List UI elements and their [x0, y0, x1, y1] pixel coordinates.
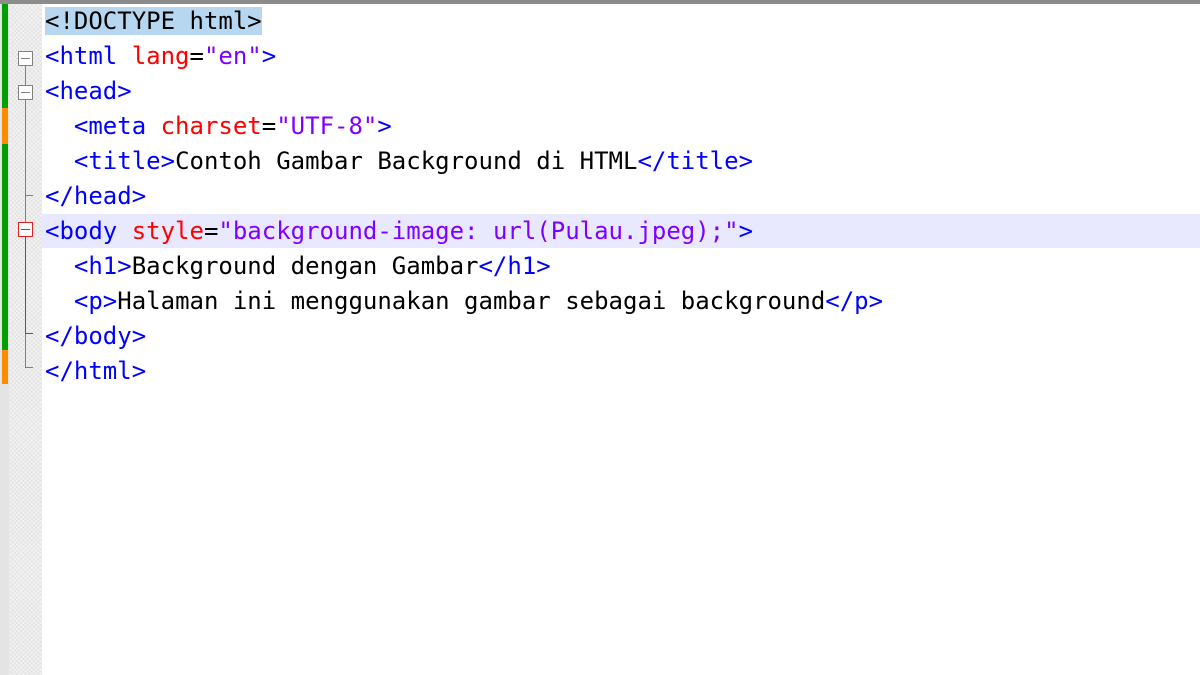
- code-line-6[interactable]: </head>: [42, 179, 1200, 213]
- tag-open: <body: [45, 217, 118, 245]
- code-line-4[interactable]: <meta charset="UTF-8">: [42, 109, 1200, 143]
- fold-end-body: [25, 333, 33, 334]
- change-mark-modified: [2, 350, 8, 384]
- tag-open: <html: [45, 42, 118, 70]
- code-line-3[interactable]: <head>: [42, 74, 1200, 108]
- equals-sign: =: [261, 112, 277, 140]
- attribute-value: "en": [203, 42, 262, 70]
- code-line-9[interactable]: <p>Halaman ini menggunakan gambar sebaga…: [42, 284, 1200, 318]
- tag: </html>: [45, 357, 147, 385]
- tag-close: </p>: [825, 287, 884, 315]
- fold-end-head: [25, 195, 33, 196]
- code-line-11[interactable]: </html>: [42, 354, 1200, 388]
- code-line-5[interactable]: <title>Contoh Gambar Background di HTML<…: [42, 144, 1200, 178]
- code-line-1[interactable]: <!DOCTYPE html>: [42, 4, 1200, 38]
- code-line-10[interactable]: </body>: [42, 319, 1200, 353]
- tag-close: >: [377, 112, 392, 140]
- attribute-name: lang: [131, 42, 190, 70]
- tag: </body>: [45, 322, 147, 350]
- change-history-margin: [0, 4, 9, 675]
- fold-line-body: [25, 237, 26, 333]
- tag-close: </title>: [637, 147, 754, 175]
- element-text: Contoh Gambar Background di HTML: [175, 147, 638, 175]
- tag-open: <p>: [73, 287, 118, 315]
- attribute-value: "background-image: url(Pulau.jpeg);": [218, 217, 739, 245]
- fold-toggle-html[interactable]: [18, 51, 33, 66]
- tag-close: </h1>: [478, 252, 551, 280]
- fold-end-html: [25, 367, 33, 368]
- element-text: Background dengan Gambar: [131, 252, 479, 280]
- change-mark-modified: [2, 108, 8, 144]
- element-text: Halaman ini menggunakan gambar sebagai b…: [117, 287, 826, 315]
- change-mark-saved: [2, 4, 8, 108]
- attribute-name: style: [131, 217, 204, 245]
- tag: </head>: [45, 182, 147, 210]
- tag-open: <meta: [73, 112, 147, 140]
- tag-close: >: [738, 217, 754, 245]
- change-mark-saved: [2, 144, 8, 350]
- code-line-2[interactable]: <html lang="en">: [42, 39, 1200, 73]
- equals-sign: =: [203, 217, 219, 245]
- code-text-area[interactable]: <!DOCTYPE html> <html lang="en"> <head> …: [42, 4, 1200, 675]
- fold-margin: [9, 4, 42, 675]
- code-line-8[interactable]: <h1>Background dengan Gambar</h1>: [42, 249, 1200, 283]
- fold-toggle-body[interactable]: [18, 222, 33, 237]
- tag-close: >: [261, 42, 277, 70]
- code-line-7-current[interactable]: <body style="background-image: url(Pulau…: [42, 214, 1200, 248]
- tag-open: <h1>: [73, 252, 132, 280]
- attribute-name: charset: [160, 112, 262, 140]
- tag-open: <title>: [73, 147, 176, 175]
- fold-toggle-head[interactable]: [18, 85, 33, 100]
- code-editor[interactable]: <!DOCTYPE html> <html lang="en"> <head> …: [0, 0, 1200, 675]
- doctype-declaration: <!DOCTYPE html>: [45, 7, 262, 35]
- attribute-value: "UTF-8": [276, 112, 378, 140]
- tag: <head>: [45, 77, 132, 105]
- fold-line-head: [25, 100, 26, 195]
- equals-sign: =: [189, 42, 204, 70]
